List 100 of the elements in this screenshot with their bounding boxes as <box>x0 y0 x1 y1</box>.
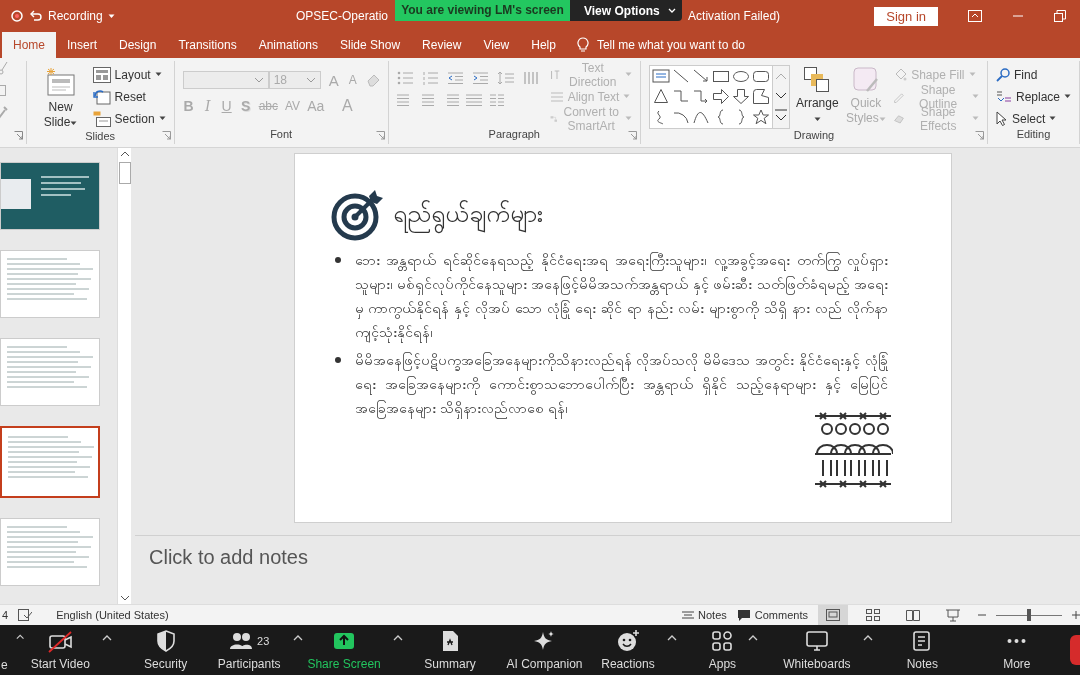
star-icon[interactable] <box>751 108 770 125</box>
ribbon-button[interactable]: Reset <box>92 87 166 106</box>
line-icon[interactable] <box>671 68 690 84</box>
ribbon-tab[interactable]: Slide Show <box>329 32 412 58</box>
quick-styles-icon <box>852 67 879 93</box>
oval-icon[interactable] <box>731 68 750 84</box>
ribbon-tab[interactable]: Home <box>2 32 56 58</box>
caret-icon <box>971 116 979 121</box>
rectangle-icon[interactable] <box>711 68 730 84</box>
zoom-in-icon[interactable] <box>1072 611 1080 619</box>
caret-icon <box>813 117 821 122</box>
notes-lines-icon <box>682 610 695 620</box>
ribbon-button[interactable]: Find <box>995 65 1071 84</box>
dialog-launcher-icon[interactable] <box>974 131 984 140</box>
view-options-button[interactable]: View Options <box>570 0 682 21</box>
chevron-down-icon <box>253 77 264 83</box>
sign-in-button[interactable]: Sign in <box>874 6 938 26</box>
line-spacing-icon[interactable] <box>496 71 515 85</box>
scrollbar[interactable] <box>117 148 131 604</box>
tell-me-search[interactable]: Tell me what you want to do <box>576 32 745 58</box>
ribbon-tab[interactable]: Insert <box>56 32 109 58</box>
scrollbar-thumb[interactable] <box>118 162 131 184</box>
brush-icon[interactable] <box>0 105 8 119</box>
toolbar-button[interactable]: Summary <box>424 629 476 671</box>
ribbon-button[interactable]: Arrange <box>795 65 839 129</box>
ribbon-button[interactable]: Replace <box>995 87 1071 106</box>
toolbar-button[interactable]: Whiteboards <box>783 629 851 671</box>
ribbon-button[interactable]: New Slide <box>34 65 87 130</box>
snip-shape-icon[interactable] <box>751 88 770 105</box>
columns-icon[interactable] <box>488 93 505 107</box>
toolbar-button[interactable]: AI Companion <box>506 629 583 671</box>
chevron-up-icon[interactable] <box>15 634 24 640</box>
group-label: Editing <box>1015 128 1052 142</box>
chevron-up-icon[interactable] <box>292 635 303 641</box>
align-text-icon <box>549 89 564 104</box>
toolbar-button[interactable]: Security <box>144 629 188 671</box>
notes-button[interactable]: Notes <box>682 609 727 621</box>
ribbon-button[interactable]: Select <box>995 109 1071 128</box>
toolbar-button[interactable]: Notes <box>906 629 939 671</box>
chevron-down-icon <box>305 77 316 83</box>
end-meeting-button[interactable] <box>1070 635 1080 665</box>
ribbon-display-icon[interactable] <box>968 10 982 22</box>
toolbar-button[interactable]: e <box>1 658 8 672</box>
toolbar-button[interactable]: Reactions <box>601 629 655 671</box>
increase-indent-icon[interactable] <box>471 71 490 85</box>
copy-icon[interactable] <box>0 83 8 97</box>
right-arrow-icon[interactable] <box>711 88 730 105</box>
down-arrow-icon[interactable] <box>731 88 750 105</box>
speech-bubble-icon <box>736 609 751 621</box>
dialog-launcher-icon[interactable] <box>375 131 385 140</box>
notes-field[interactable]: Click to add notes <box>149 546 1066 594</box>
zoom-slider[interactable] <box>996 608 1062 622</box>
normal-view-icon <box>825 608 841 622</box>
slide-show-icon <box>945 608 961 622</box>
dialog-launcher-icon[interactable] <box>627 131 637 140</box>
layout-icon <box>92 66 111 83</box>
restore-icon[interactable] <box>1054 10 1066 22</box>
ribbon-tab[interactable]: Animations <box>247 32 329 58</box>
triangle-icon[interactable] <box>651 88 670 105</box>
toolbar-button[interactable]: Start Video <box>30 629 90 671</box>
scroll-up-icon[interactable] <box>119 150 130 158</box>
toolbar-button[interactable]: Share Screen <box>307 629 381 671</box>
caret-icon <box>624 116 632 121</box>
ribbon-tab[interactable]: Help <box>520 32 567 58</box>
toolbar-button[interactable]: Apps <box>708 629 737 671</box>
ribbon-tab[interactable]: Design <box>108 32 168 58</box>
rounded-rectangle-icon[interactable] <box>751 68 770 84</box>
ribbon-tab[interactable]: Transitions <box>167 32 248 58</box>
shapes-gallery[interactable] <box>648 65 790 129</box>
autosave-icon[interactable] <box>10 9 24 23</box>
dialog-launcher-icon[interactable] <box>161 131 171 140</box>
chevron-up-icon[interactable] <box>666 635 677 641</box>
font-name-field[interactable] <box>182 71 269 89</box>
reset-icon <box>92 88 111 105</box>
view-button[interactable] <box>818 605 848 625</box>
chevron-up-icon[interactable] <box>748 635 759 641</box>
bullets-icon[interactable] <box>396 71 415 85</box>
chevron-up-icon[interactable] <box>862 635 873 641</box>
scroll-down-icon[interactable] <box>119 594 130 602</box>
dialog-launcher-icon[interactable] <box>13 131 23 140</box>
chevron-up-icon[interactable] <box>392 635 403 641</box>
zoom-out-icon[interactable] <box>978 611 986 619</box>
toolbar-button[interactable]: More <box>1003 629 1031 671</box>
ribbon-tab[interactable]: View <box>472 32 521 58</box>
zoom-slider-thumb[interactable] <box>1027 609 1031 621</box>
align-center-icon[interactable] <box>419 93 436 107</box>
decrease-indent-icon[interactable] <box>446 71 465 85</box>
spelling-check-icon[interactable] <box>18 609 33 621</box>
undo-icon[interactable] <box>29 9 43 23</box>
justify-icon[interactable] <box>465 93 482 107</box>
ribbon-button[interactable]: Layout <box>92 65 166 84</box>
chevron-up-icon[interactable] <box>101 635 112 641</box>
comments-button[interactable]: Comments <box>736 609 808 621</box>
arrow-icon[interactable] <box>691 68 710 84</box>
smiley-icon <box>615 629 640 653</box>
toolbar-button[interactable]: 23 Participants <box>217 629 281 671</box>
slide-thumbnail[interactable] <box>0 426 100 498</box>
ribbon-button[interactable]: Section <box>92 109 166 128</box>
ribbon-tab[interactable]: Review <box>411 32 473 58</box>
bullet-icon <box>334 257 341 263</box>
